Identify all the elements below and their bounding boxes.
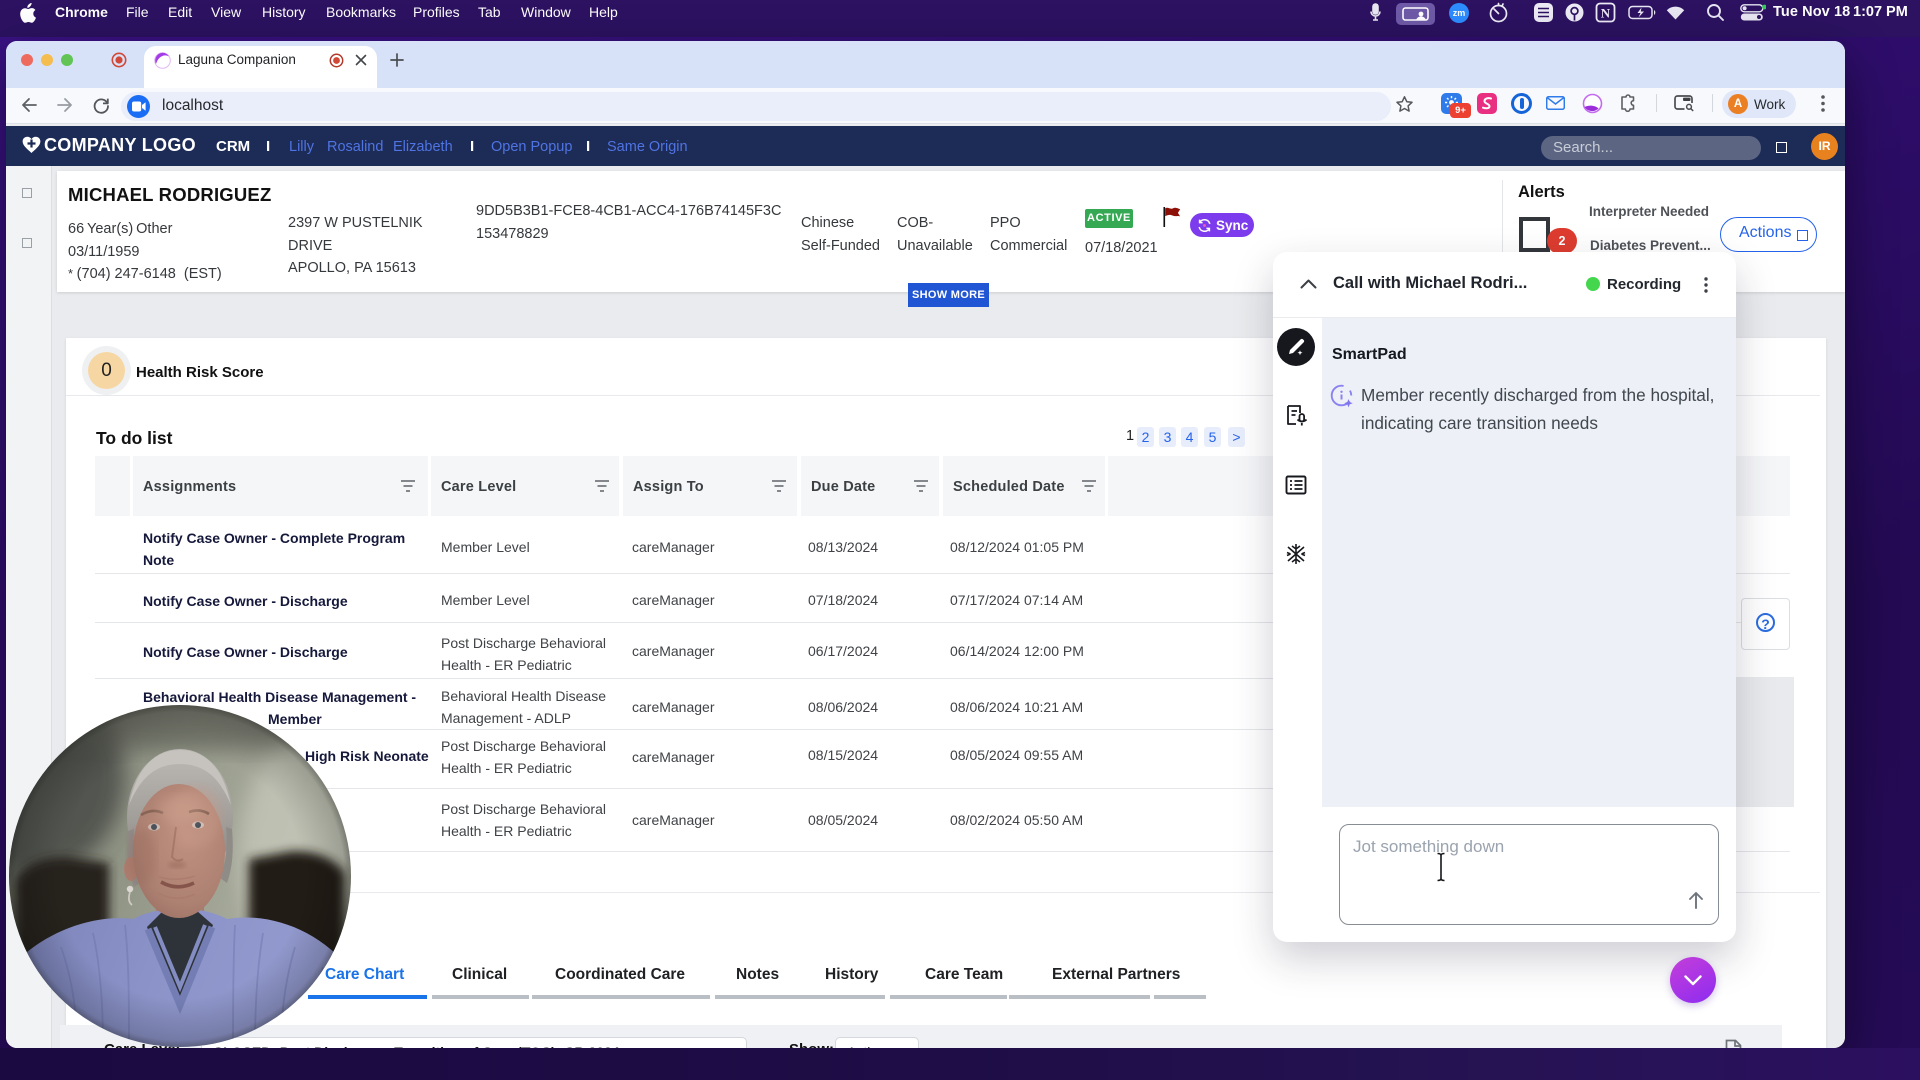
svg-text:N: N xyxy=(1601,6,1611,21)
